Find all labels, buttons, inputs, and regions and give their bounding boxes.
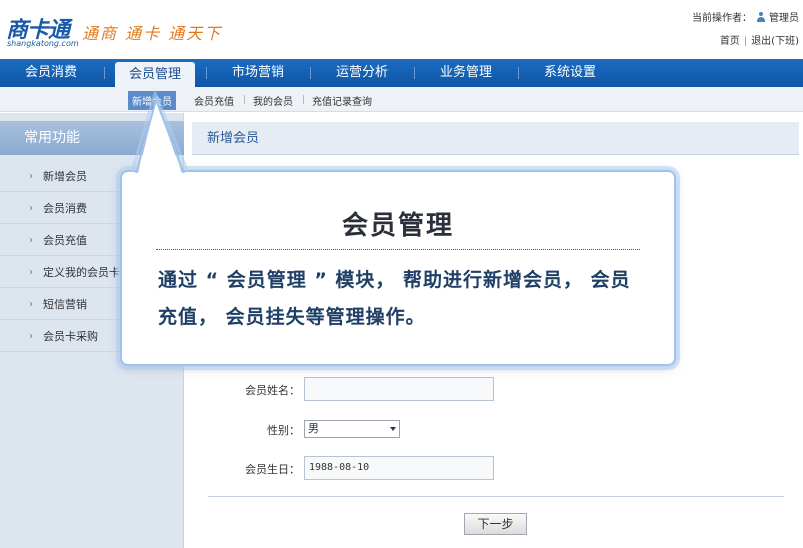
subnav-my-members[interactable]: 我的会员: [253, 93, 293, 108]
next-step-button[interactable]: 下一步: [464, 513, 527, 535]
sidebar-item-label: 短信营销: [43, 298, 87, 311]
nav-item-system-settings[interactable]: 系统设置: [528, 59, 612, 87]
nav-item-marketing[interactable]: 市场营销: [216, 59, 300, 87]
sidebar-item-label: 会员消费: [43, 202, 87, 215]
nav-separator: [206, 67, 207, 79]
logo-subtext: shangkatong.com: [7, 39, 79, 48]
sidebar-item-label: 会员卡采购: [43, 330, 98, 343]
link-divider: |: [743, 36, 748, 47]
sub-nav: 新增会员 会员充值 我的会员 充值记录查询: [0, 87, 803, 112]
nav-item-business-management[interactable]: 业务管理: [424, 59, 508, 87]
sidebar-title: 常用功能: [0, 121, 184, 155]
chevron-right-icon: ›: [29, 171, 33, 182]
gender-label: 性别：: [267, 424, 300, 437]
user-icon: [756, 11, 766, 22]
chevron-down-icon: [390, 427, 396, 431]
logout-link[interactable]: 退出(下班): [751, 36, 799, 47]
chevron-right-icon: ›: [29, 299, 33, 310]
sidebar-item-label: 定义我的会员卡: [43, 266, 120, 279]
subnav-add-member[interactable]: 新增会员: [128, 91, 176, 110]
tooltip-divider: [156, 249, 640, 250]
gender-select[interactable]: 男: [304, 420, 400, 438]
nav-item-member-management[interactable]: 会员管理: [115, 62, 195, 87]
name-label: 会员姓名：: [245, 384, 300, 397]
top-links: 首页 | 退出(下班): [720, 32, 799, 47]
chevron-right-icon: ›: [29, 235, 33, 246]
nav-item-member-consume[interactable]: 会员消费: [8, 59, 94, 87]
chevron-right-icon: ›: [29, 331, 33, 342]
birthday-field[interactable]: 1988-08-10: [304, 456, 494, 480]
tooltip-title: 会员管理: [341, 211, 454, 241]
slogan: 通商 通卡 通天下: [82, 24, 223, 43]
sidebar-item-label: 新增会员: [43, 170, 87, 183]
operator-label: 当前操作者：: [692, 13, 752, 24]
subnav-member-recharge[interactable]: 会员充值: [194, 93, 234, 108]
header: 商卡通 shangkatong.com 通商 通卡 通天下 当前操作者： 管理员…: [0, 0, 803, 58]
operator-name: 管理员: [769, 13, 799, 24]
brand-logo[interactable]: 商卡通 shangkatong.com: [6, 12, 79, 48]
gender-value: 男: [308, 422, 319, 435]
subnav-separator: [244, 95, 245, 104]
nav-separator: [414, 67, 415, 79]
feature-tooltip: 会员管理 通过 “ 会员管理 ” 模块， 帮助进行新增会员， 会员充值， 会员挂…: [120, 170, 676, 366]
chevron-right-icon: ›: [29, 267, 33, 278]
sidebar-item-label: 会员充值: [43, 234, 87, 247]
subnav-recharge-history[interactable]: 充值记录查询: [312, 93, 372, 108]
home-link[interactable]: 首页: [720, 36, 740, 47]
nav-separator: [310, 67, 311, 79]
nav-item-operations-analysis[interactable]: 运营分析: [320, 59, 404, 87]
name-field[interactable]: [304, 377, 494, 401]
main-nav: 会员消费 会员管理 市场营销 运营分析 业务管理 系统设置: [0, 59, 803, 87]
page-title: 新增会员: [192, 122, 799, 155]
tooltip-body: 通过 “ 会员管理 ” 模块， 帮助进行新增会员， 会员充值， 会员挂失等管理操…: [158, 269, 631, 328]
operator-info: 当前操作者： 管理员: [692, 9, 799, 24]
nav-separator: [518, 67, 519, 79]
chevron-right-icon: ›: [29, 203, 33, 214]
nav-separator: [104, 67, 105, 79]
form-divider: [208, 496, 784, 497]
subnav-separator: [303, 95, 304, 104]
birthday-label: 会员生日：: [245, 463, 300, 476]
